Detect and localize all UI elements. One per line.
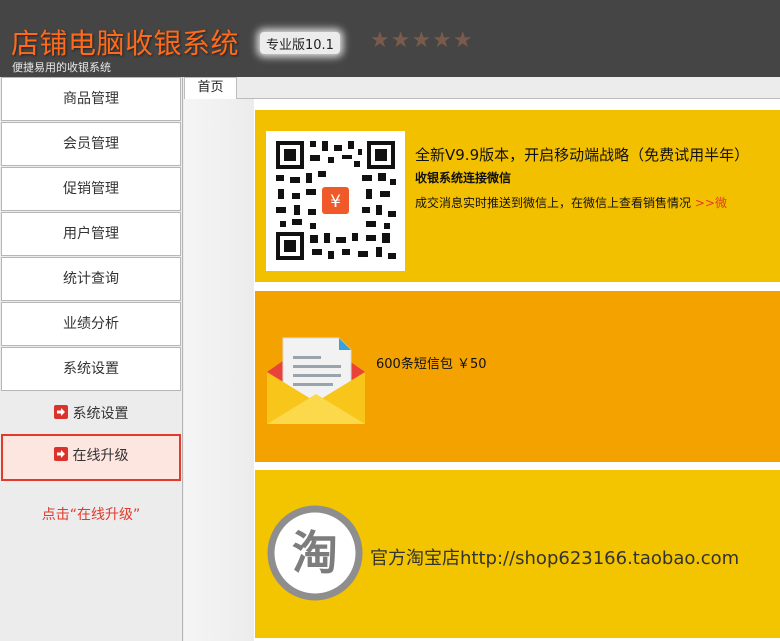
upgrade-hint-text: 点击“在线升级”	[41, 507, 141, 523]
sidebar-item-system-settings[interactable]: 系统设置	[1, 347, 181, 391]
sidebar-item-product-management[interactable]: 商品管理	[1, 77, 181, 121]
main-content: 首页 ¥ 全新V9.9版本，开启移动端战略（免费试用半年） 收银系统连接微信 成…	[184, 77, 780, 641]
tab-strip: 首页	[184, 77, 780, 100]
sms-package-text: 600条短信包 ￥50	[376, 357, 487, 372]
sidebar-item-user-management[interactable]: 用户管理	[1, 212, 181, 256]
svg-text:¥: ¥	[330, 192, 341, 212]
wechat-promo-panel[interactable]: ¥ 全新V9.9版本，开启移动端战略（免费试用半年） 收银系统连接微信 成交消息…	[255, 110, 780, 282]
wechat-promo-description-text: 成交消息实时推送到微信上，在微信上查看销售情况	[415, 196, 695, 210]
sidebar-subitem-label: 在线升级	[72, 448, 129, 464]
sidebar-item-statistics-query[interactable]: 统计查询	[1, 257, 181, 301]
taobao-store-link[interactable]: 官方淘宝店http://shop623166.taobao.com	[370, 544, 739, 570]
wechat-promo-subheadline: 收银系统连接微信	[415, 171, 512, 185]
edition-badge: 专业版10.1	[260, 32, 340, 54]
app-subtitle: 便捷易用的收银系统	[12, 61, 111, 74]
arrow-right-icon	[53, 405, 68, 419]
app-title: 店铺电脑收银系统	[11, 27, 240, 60]
sidebar-subitem-online-upgrade[interactable]: 在线升级	[1, 434, 181, 481]
sidebar-item-performance-analysis[interactable]: 业绩分析	[1, 302, 181, 346]
sidebar-item-promotion-management[interactable]: 促销管理	[1, 167, 181, 211]
sms-package-panel[interactable]: 600条短信包 ￥50	[255, 291, 780, 462]
arrow-right-icon	[53, 447, 68, 461]
qr-code-icon: ¥	[266, 131, 405, 271]
content-left-gutter	[184, 99, 254, 641]
taobao-store-panel[interactable]: 淘 官方淘宝店http://shop623166.taobao.com	[255, 470, 780, 638]
tab-home[interactable]: 首页	[184, 77, 237, 100]
sidebar-item-member-management[interactable]: 会员管理	[1, 122, 181, 166]
sidebar-subitem-label: 系统设置	[72, 406, 129, 422]
app-header: 店铺电脑收银系统 便捷易用的收银系统 专业版10.1 ★★★★★	[0, 0, 780, 77]
wechat-promo-link[interactable]: >>微	[695, 196, 727, 210]
wechat-promo-description: 成交消息实时推送到微信上，在微信上查看销售情况 >>微	[415, 194, 727, 211]
sidebar-subitem-system-settings[interactable]: 系统设置	[1, 392, 181, 436]
sidebar: 商品管理 会员管理 促销管理 用户管理 统计查询 业绩分析 系统设置 系统设置 …	[0, 77, 183, 641]
wechat-promo-headline: 全新V9.9版本，开启移动端战略（免费试用半年）	[415, 146, 750, 164]
svg-text:淘: 淘	[292, 526, 338, 580]
rating-stars-icon: ★★★★★	[370, 28, 474, 53]
taobao-logo-icon: 淘	[265, 503, 365, 603]
envelope-icon	[265, 332, 367, 428]
